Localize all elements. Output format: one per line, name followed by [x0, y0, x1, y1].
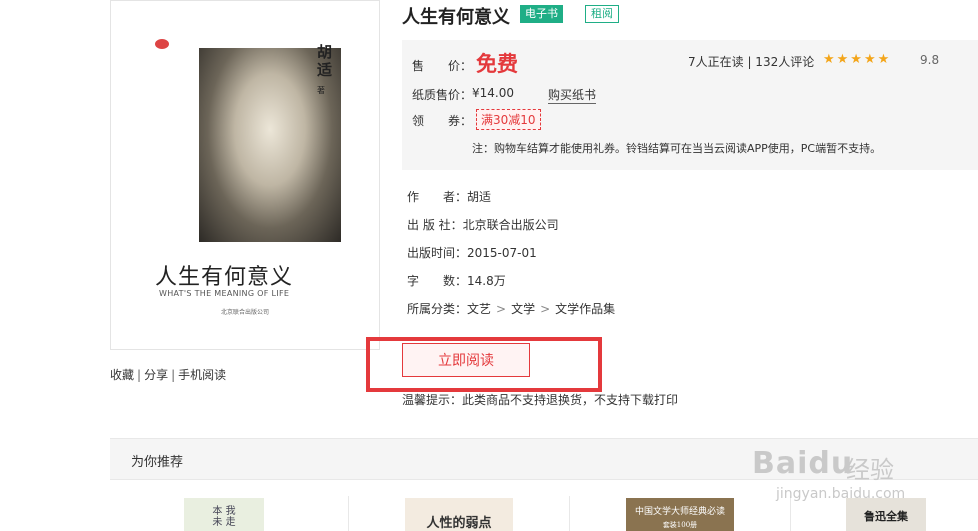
buy-paper-link[interactable]: 购买纸书 [548, 86, 597, 104]
collect-link[interactable]: 收藏 [110, 368, 134, 382]
book-cover: 胡适 著 人生有何意义 WHAT'S THE MEANING OF LIFE 北… [110, 0, 380, 350]
highlight-box [366, 337, 602, 392]
category-link[interactable]: 文学作品集 [555, 302, 615, 316]
category-label: 所属分类： [407, 302, 468, 316]
reader-stats[interactable]: 7人正在读 | 132人评论 [688, 53, 814, 70]
category-info: 所属分类：文艺 > 文学 > 文学作品集 [407, 300, 615, 317]
cover-publisher: 北京联合出版公司 [221, 309, 270, 316]
category-link[interactable]: 文艺 [467, 302, 491, 316]
publish-date-info: 出版时间：2015-07-01 [407, 246, 537, 260]
coupon-label: 领 券： [412, 114, 473, 128]
rating-score: 9.8 [920, 53, 940, 67]
price-value: 免费 [476, 52, 518, 76]
paper-price-label: 纸质售价： [412, 88, 473, 102]
separator: | [171, 368, 176, 382]
book-cover-title: 中国文学大师经典必读 [634, 507, 725, 517]
publisher-logo-icon [155, 39, 169, 49]
price-label: 售 价： [412, 59, 473, 73]
watermark-url: jingyan.baidu.com [776, 486, 906, 502]
divider [569, 496, 570, 531]
watermark-text: 经验 [846, 456, 894, 484]
recommend-title: 为你推荐 [131, 455, 184, 470]
book-cover-sub: 套装100册 [662, 521, 698, 529]
category-separator: > [496, 302, 507, 316]
page-title: 人生有何意义 [402, 7, 510, 28]
category-link[interactable]: 文学 [511, 302, 535, 316]
cover-author: 胡适 著 [317, 43, 333, 95]
category-separator: > [540, 302, 551, 316]
share-bar: 收藏 | 分享 | 手机阅读 [110, 366, 226, 383]
publisher-info: 出 版 社：北京联合出版公司 [407, 218, 559, 232]
baidu-watermark-logo: Baidu [752, 446, 854, 481]
author-info: 作 者：胡适 [407, 190, 492, 204]
recommend-book-3[interactable]: 中国文学大师经典必读 套装100册 [626, 498, 734, 531]
recommend-book-2[interactable]: 人性的弱点 [405, 498, 513, 531]
payment-note: 注：购物车结算才能使用礼券。铃铛结算可在当当云阅读APP使用，PC端暂不支持。 [472, 142, 882, 155]
word-count-info: 字 数：14.8万 [407, 274, 506, 288]
cover-title: 人生有何意义 [155, 265, 294, 290]
recommend-book-1[interactable]: 本 我 未 走 [184, 498, 264, 531]
share-link[interactable]: 分享 [144, 368, 168, 382]
cover-subtitle: WHAT'S THE MEANING OF LIFE [159, 289, 290, 298]
recommend-book-4[interactable]: 鲁迅全集 [846, 498, 926, 531]
divider [348, 496, 349, 531]
separator: | [137, 368, 142, 382]
coupon-button[interactable]: 满30减10 [476, 109, 541, 130]
rent-badge[interactable]: 租阅 [585, 5, 619, 23]
ebook-badge: 电子书 [520, 5, 563, 23]
mobile-read-link[interactable]: 手机阅读 [178, 368, 226, 382]
rating-stars-icon: ★★★★★ [823, 52, 892, 67]
paper-price-value: ¥14.00 [472, 86, 514, 100]
notice-tip: 温馨提示：此类商品不支持退换货，不支持下载打印 [402, 393, 679, 407]
